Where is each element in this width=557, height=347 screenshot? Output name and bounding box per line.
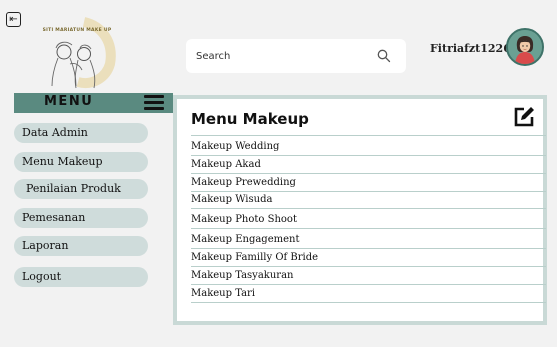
list-item[interactable]: Makeup Tari [191, 286, 546, 303]
list-item[interactable]: Makeup Akad [191, 157, 546, 174]
app-window: ⇤ SITI MARIATUN MAKE UP Fitriafzt1226 [0, 0, 557, 347]
user-avatar[interactable] [506, 28, 544, 66]
search-input[interactable] [196, 48, 366, 64]
list-item[interactable]: Makeup Wisuda [191, 192, 546, 209]
logo-text: SITI MARIATUN MAKE UP [42, 28, 112, 33]
hamburger-icon[interactable] [144, 95, 164, 110]
edit-icon[interactable] [512, 105, 536, 129]
username: Fitriafzt1226 [430, 42, 511, 55]
brand-logo: SITI MARIATUN MAKE UP [22, 12, 132, 92]
list-item[interactable]: Makeup Engagement [191, 232, 546, 249]
sidebar-header: MENU [14, 93, 173, 113]
sidebar-item-data-admin[interactable]: Data Admin [14, 123, 148, 143]
sidebar-item-penilaian-produk[interactable]: Penilaian Produk [14, 179, 148, 199]
sidebar-item-logout[interactable]: Logout [14, 267, 148, 287]
page-title: Menu Makeup [191, 110, 309, 128]
list-item[interactable]: Makeup Familly Of Bride [191, 250, 546, 267]
title-divider [191, 135, 546, 136]
main-panel: Menu Makeup Makeup Wedding Makeup Akad M… [173, 95, 547, 325]
sidebar-item-menu-makeup[interactable]: Menu Makeup [14, 152, 148, 172]
list-item[interactable]: Makeup Wedding [191, 139, 546, 156]
list-item[interactable]: Makeup Tasyakuran [191, 268, 546, 285]
sidebar-title: MENU [44, 94, 94, 109]
logo-illustration [51, 17, 116, 89]
sidebar-item-pemesanan[interactable]: Pemesanan [14, 208, 148, 228]
header: ⇤ SITI MARIATUN MAKE UP Fitriafzt1226 [0, 0, 557, 89]
search-box[interactable] [186, 39, 406, 73]
list-item[interactable]: Makeup Photo Shoot [191, 212, 546, 229]
avatar-illustration [508, 30, 542, 64]
list-item[interactable]: Makeup Prewedding [191, 175, 546, 192]
search-icon[interactable] [377, 49, 391, 63]
back-arrow-icon[interactable]: ⇤ [6, 12, 21, 27]
sidebar-item-laporan[interactable]: Laporan [14, 236, 148, 256]
